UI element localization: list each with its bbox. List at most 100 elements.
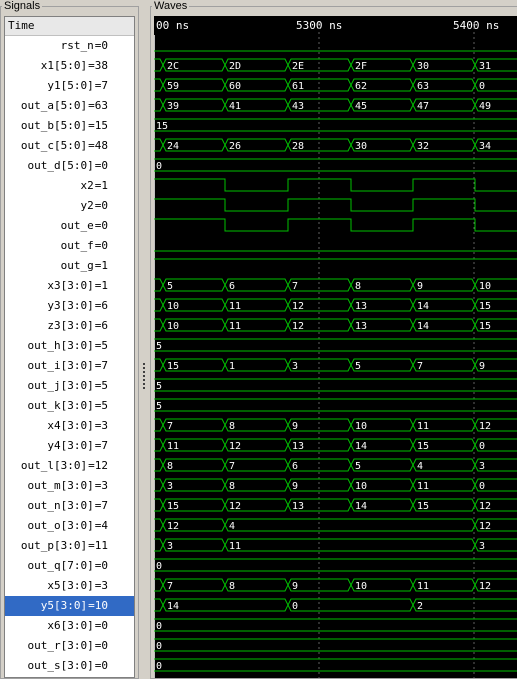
signal-row[interactable]: y1[5:0]=7 (5, 76, 134, 96)
signal-value: 5 (101, 339, 108, 352)
signal-row[interactable]: out_d[5:0]=0 (5, 156, 134, 176)
bus-value-label: 11 (167, 441, 179, 452)
bus-value-label: 15 (167, 361, 179, 372)
bus-value-label: 11 (229, 541, 241, 552)
signal-value: 5 (101, 379, 108, 392)
signal-row[interactable]: y4[3:0]=7 (5, 436, 134, 456)
signal-row[interactable]: out_i[3:0]=7 (5, 356, 134, 376)
bus-value-label: 10 (355, 421, 367, 432)
signal-row[interactable]: rst_n=0 (5, 36, 134, 56)
signal-name: x5[3:0] (47, 579, 94, 592)
time-tick-label: 5400 ns (453, 19, 499, 32)
signal-row[interactable]: x6[3:0]=0 (5, 616, 134, 636)
bus-value-label: 2D (229, 61, 241, 72)
signal-row[interactable]: y3[3:0]=6 (5, 296, 134, 316)
signal-name: out_m[3:0] (27, 479, 94, 492)
bus-value-label: 9 (292, 421, 298, 432)
signal-row[interactable]: z3[3:0]=6 (5, 316, 134, 336)
bus-value-label: 15 (156, 121, 168, 132)
signal-value: 0 (101, 199, 108, 212)
bus-value-label: 12 (229, 441, 241, 452)
waveform-canvas[interactable]: 00 ns 5300 ns 5400 ns2C 2D 2E 2F 30 3159 60 61 62 6… (154, 16, 517, 678)
signal-row[interactable]: out_o[3:0]=4 (5, 516, 134, 536)
signal-row[interactable]: out_g=1 (5, 256, 134, 276)
signal-row[interactable]: out_j[3:0]=5 (5, 376, 134, 396)
signal-value: 10 (94, 599, 108, 612)
bus-value-label: 12 (479, 581, 491, 592)
signal-name: y3[3:0] (47, 299, 94, 312)
signal-value: 7 (101, 499, 108, 512)
bus-value-label: 0 (156, 621, 162, 632)
bus-value-label: 3 (292, 361, 298, 372)
bus-value-label: 3 (479, 541, 485, 552)
signal-name: out_r[3:0] (27, 639, 94, 652)
bus-value-label: 43 (292, 101, 304, 112)
signal-value: 5 (101, 399, 108, 412)
bus-value-label: 13 (292, 501, 304, 512)
signal-row[interactable]: out_k[3:0]=5 (5, 396, 134, 416)
signal-row[interactable]: y5[3:0]=10 (5, 596, 134, 616)
bus-value-label: 4 (229, 521, 235, 532)
signal-name: out_p[3:0] (20, 539, 88, 552)
bus-value-label: 11 (229, 301, 241, 312)
signal-value: 63 (94, 99, 108, 112)
bus-value-label: 28 (292, 141, 304, 152)
bus-value-label: 5 (167, 281, 173, 292)
signal-row[interactable]: x1[5:0]=38 (5, 56, 134, 76)
pane-splitter[interactable] (140, 16, 148, 678)
signal-row[interactable]: out_n[3:0]=7 (5, 496, 134, 516)
time-tick-label: 5300 ns (296, 19, 342, 32)
signal-value: 48 (94, 139, 108, 152)
signal-name: out_d[5:0] (27, 159, 94, 172)
bus-value-label: 15 (417, 441, 429, 452)
signal-value: 0 (101, 619, 108, 632)
signal-row[interactable]: y2=0 (5, 196, 134, 216)
bus-value-label: 14 (417, 301, 429, 312)
bus-value-label: 8 (355, 281, 361, 292)
bus-value-label: 0 (156, 641, 162, 652)
signals-list[interactable]: Time rst_n=0 x1[5:0]=38 y1[5:0]=7 out_a[5:0… (4, 16, 135, 678)
bus-value-label: 0 (156, 661, 162, 672)
bus-value-label: 8 (167, 461, 173, 472)
signal-row[interactable]: out_h[3:0]=5 (5, 336, 134, 356)
bus-value-label: 7 (167, 421, 173, 432)
signal-row[interactable]: x3[3:0]=1 (5, 276, 134, 296)
bus-value-label: 7 (167, 581, 173, 592)
bus-value-label: 9 (417, 281, 423, 292)
signal-row[interactable]: out_b[5:0]=15 (5, 116, 134, 136)
signal-row[interactable]: out_p[3:0]=11 (5, 536, 134, 556)
signal-name: out_c[5:0] (20, 139, 88, 152)
bus-value-label: 12 (292, 321, 304, 332)
signal-name: out_e (60, 219, 94, 232)
signal-name: out_f (60, 239, 94, 252)
bus-value-label: 26 (229, 141, 241, 152)
bus-value-label: 1 (229, 361, 235, 372)
signal-row[interactable]: out_c[5:0]=48 (5, 136, 134, 156)
signal-row[interactable]: out_a[5:0]=63 (5, 96, 134, 116)
signal-name: out_q[7:0] (27, 559, 94, 572)
signal-equals: = (88, 119, 95, 132)
bus-value-label: 5 (156, 381, 162, 392)
signal-row[interactable]: out_q[7:0]=0 (5, 556, 134, 576)
signal-value: 12 (94, 459, 108, 472)
bus-value-label: 8 (229, 581, 235, 592)
bus-value-label: 9 (292, 481, 298, 492)
signal-row[interactable]: x5[3:0]=3 (5, 576, 134, 596)
signal-row[interactable]: out_l[3:0]=12 (5, 456, 134, 476)
signal-row[interactable]: out_r[3:0]=0 (5, 636, 134, 656)
signal-name: x3[3:0] (47, 279, 94, 292)
signal-row[interactable]: x2=1 (5, 176, 134, 196)
bus-value-label: 15 (479, 321, 491, 332)
bus-value-label: 3 (167, 481, 173, 492)
bus-value-label: 11 (417, 481, 429, 492)
signal-name: out_a[5:0] (20, 99, 88, 112)
bus-value-label: 5 (355, 461, 361, 472)
bus-value-label: 32 (417, 141, 429, 152)
signal-row[interactable]: x4[3:0]=3 (5, 416, 134, 436)
signal-row[interactable]: out_s[3:0]=0 (5, 656, 134, 676)
bus-value-label: 12 (479, 421, 491, 432)
signal-row[interactable]: out_m[3:0]=3 (5, 476, 134, 496)
signal-value: 0 (101, 659, 108, 672)
signal-row[interactable]: out_f=0 (5, 236, 134, 256)
signal-row[interactable]: out_e=0 (5, 216, 134, 236)
